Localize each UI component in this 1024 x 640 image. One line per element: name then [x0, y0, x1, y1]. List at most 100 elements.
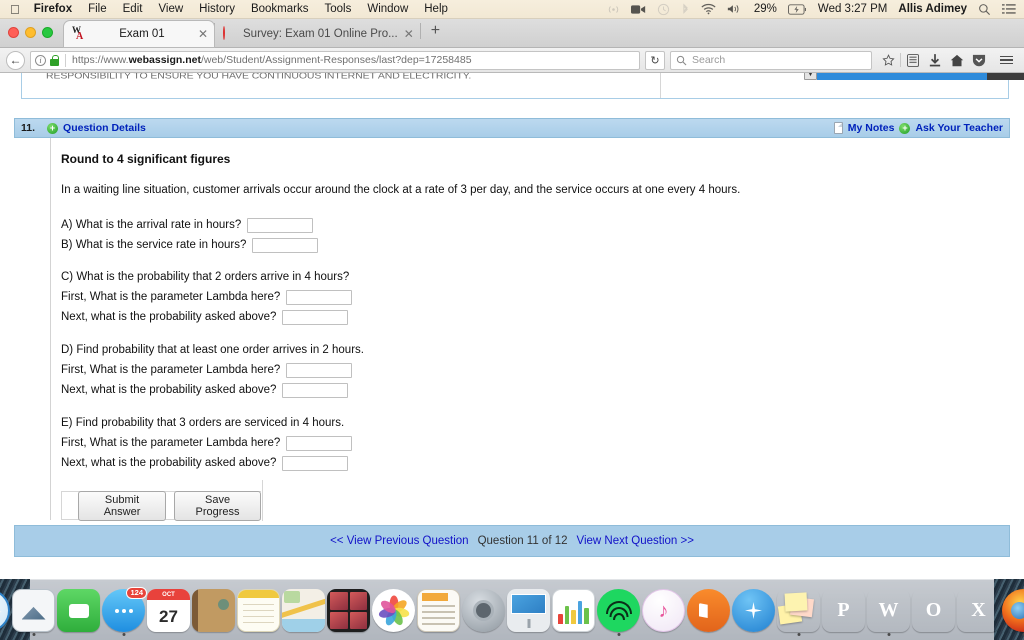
dock-item-photo-booth[interactable]: [327, 589, 370, 632]
zoom-window-button[interactable]: [42, 27, 53, 38]
dock-item-ibooks[interactable]: [687, 589, 730, 632]
tab-bar: WA Exam 01 ✕ Survey: Exam 01 Online Pro.…: [0, 19, 1024, 48]
ask-your-teacher-link[interactable]: Ask Your Teacher: [915, 122, 1003, 134]
question-details-link[interactable]: Question Details: [63, 122, 146, 134]
answer-input-a[interactable]: [247, 217, 314, 233]
close-window-button[interactable]: [8, 27, 19, 38]
answer-input-e-prob[interactable]: [282, 455, 349, 471]
time-machine-icon[interactable]: [657, 3, 670, 16]
answer-input-b[interactable]: [252, 237, 319, 253]
messages-badge: 124: [126, 587, 147, 599]
assignment-progress-bar[interactable]: ▼: [804, 73, 1024, 80]
pocket-icon[interactable]: [968, 51, 990, 70]
part-row: Next, what is the probability asked abov…: [61, 380, 1010, 400]
minimize-window-button[interactable]: [25, 27, 36, 38]
part-row: Next, what is the probability asked abov…: [61, 307, 1010, 327]
running-indicator: [617, 633, 620, 636]
menubar-app-name[interactable]: Firefox: [34, 3, 72, 15]
dock-item-facetime[interactable]: [57, 589, 100, 632]
reader-list-icon[interactable]: [902, 51, 924, 70]
menubar-item-bookmarks[interactable]: Bookmarks: [251, 3, 309, 15]
dock-item-system-preferences[interactable]: [462, 589, 505, 632]
submit-answer-button[interactable]: Submit Answer: [78, 490, 167, 521]
dock-item-powerpoint[interactable]: P: [822, 589, 865, 632]
dock-item-app-store[interactable]: [732, 589, 775, 632]
menubar-item-help[interactable]: Help: [424, 3, 448, 15]
close-icon[interactable]: ✕: [404, 28, 414, 40]
answer-input-d-lambda[interactable]: [286, 362, 353, 378]
answer-input-c-prob[interactable]: [282, 309, 349, 325]
dock-item-numbers[interactable]: [552, 589, 595, 632]
menubar-clock[interactable]: Wed 3:27 PM: [818, 3, 887, 15]
dock-item-itunes[interactable]: [642, 589, 685, 632]
menubar-user-name[interactable]: Allis Adimey: [898, 3, 967, 15]
tab-exam-01[interactable]: WA Exam 01 ✕: [64, 21, 214, 47]
dock-item-keynote[interactable]: [507, 589, 550, 632]
menubar-item-history[interactable]: History: [199, 3, 235, 15]
video-camera-icon[interactable]: [630, 4, 646, 15]
home-icon[interactable]: [946, 51, 968, 70]
hamburger-menu-icon[interactable]: [994, 51, 1018, 70]
plus-circle-icon[interactable]: +: [899, 122, 911, 134]
address-bar[interactable]: i https://www.webassign.net/web/Student/…: [30, 50, 640, 70]
url-text: https://www.webassign.net/web/Student/As…: [72, 54, 472, 66]
plus-circle-icon[interactable]: +: [47, 122, 59, 134]
save-progress-button[interactable]: Save Progress: [174, 490, 261, 521]
answer-input-c-lambda[interactable]: [286, 289, 353, 305]
dock-item-photos[interactable]: [372, 589, 415, 632]
bluetooth-icon[interactable]: [681, 2, 690, 16]
answer-input-d-prob[interactable]: [282, 382, 349, 398]
info-icon[interactable]: i: [35, 54, 46, 66]
search-icon: [676, 55, 687, 65]
apple-icon[interactable]: : [10, 3, 20, 16]
plus-icon[interactable]: +: [421, 22, 450, 39]
back-arrow-icon[interactable]: ←: [6, 50, 25, 70]
chevron-down-icon[interactable]: ▼: [804, 73, 817, 80]
progress-remainder: [987, 73, 1024, 80]
menubar-item-tools[interactable]: Tools: [324, 3, 351, 15]
divider: [65, 53, 66, 67]
dock-item-messages[interactable]: 124: [102, 587, 147, 636]
url-domain: webassign.net: [128, 54, 201, 66]
note-page-icon[interactable]: [833, 122, 843, 134]
dock-item-outlook[interactable]: O: [912, 589, 955, 632]
lock-icon[interactable]: [50, 54, 59, 66]
dock-item-pages[interactable]: [417, 589, 460, 632]
dock-item-spotify[interactable]: [597, 589, 640, 636]
menubar-item-edit[interactable]: Edit: [123, 3, 143, 15]
battery-charging-icon[interactable]: [787, 3, 807, 15]
notification-center-icon[interactable]: [1002, 3, 1016, 15]
dock-item-stickies[interactable]: [777, 589, 820, 636]
menubar-item-file[interactable]: File: [88, 3, 107, 15]
part-row: First, What is the parameter Lambda here…: [61, 360, 1010, 380]
view-next-question-link[interactable]: View Next Question >>: [577, 535, 694, 547]
menubar-item-view[interactable]: View: [158, 3, 183, 15]
search-icon[interactable]: [978, 3, 991, 16]
airplay-icon[interactable]: [607, 3, 620, 16]
download-arrow-icon[interactable]: [924, 51, 946, 70]
webassign-page: RESPONSIBILITY TO ENSURE YOU HAVE CONTIN…: [0, 73, 1024, 559]
star-icon[interactable]: [877, 51, 899, 70]
volume-icon[interactable]: [727, 3, 743, 15]
reload-icon[interactable]: ↻: [645, 50, 665, 70]
dock-item-excel[interactable]: X: [957, 589, 1000, 632]
dock-item-notes[interactable]: [237, 589, 280, 632]
dock-item-calendar[interactable]: OCT 27: [147, 589, 190, 632]
tab-survey[interactable]: Survey: Exam 01 Online Pro... ✕: [215, 21, 420, 47]
my-notes-link[interactable]: My Notes: [848, 122, 895, 134]
wifi-icon[interactable]: [701, 3, 716, 15]
view-previous-question-link[interactable]: << View Previous Question: [330, 535, 469, 547]
dock-item-contacts[interactable]: [192, 589, 235, 632]
dock-item-safari[interactable]: [0, 589, 10, 632]
answer-input-e-lambda[interactable]: [286, 435, 353, 451]
calendar-day: 27: [159, 606, 178, 626]
menubar-item-window[interactable]: Window: [367, 3, 408, 15]
search-input[interactable]: Search: [670, 50, 872, 70]
dock-item-maps[interactable]: [282, 589, 325, 632]
close-icon[interactable]: ✕: [198, 28, 208, 40]
window-controls: [8, 27, 53, 38]
dock-item-firefox[interactable]: [1002, 589, 1024, 636]
dock-item-mail[interactable]: [12, 589, 55, 636]
previous-block-text: RESPONSIBILITY TO ENSURE YOU HAVE CONTIN…: [46, 73, 472, 81]
dock-item-word[interactable]: W: [867, 589, 910, 636]
